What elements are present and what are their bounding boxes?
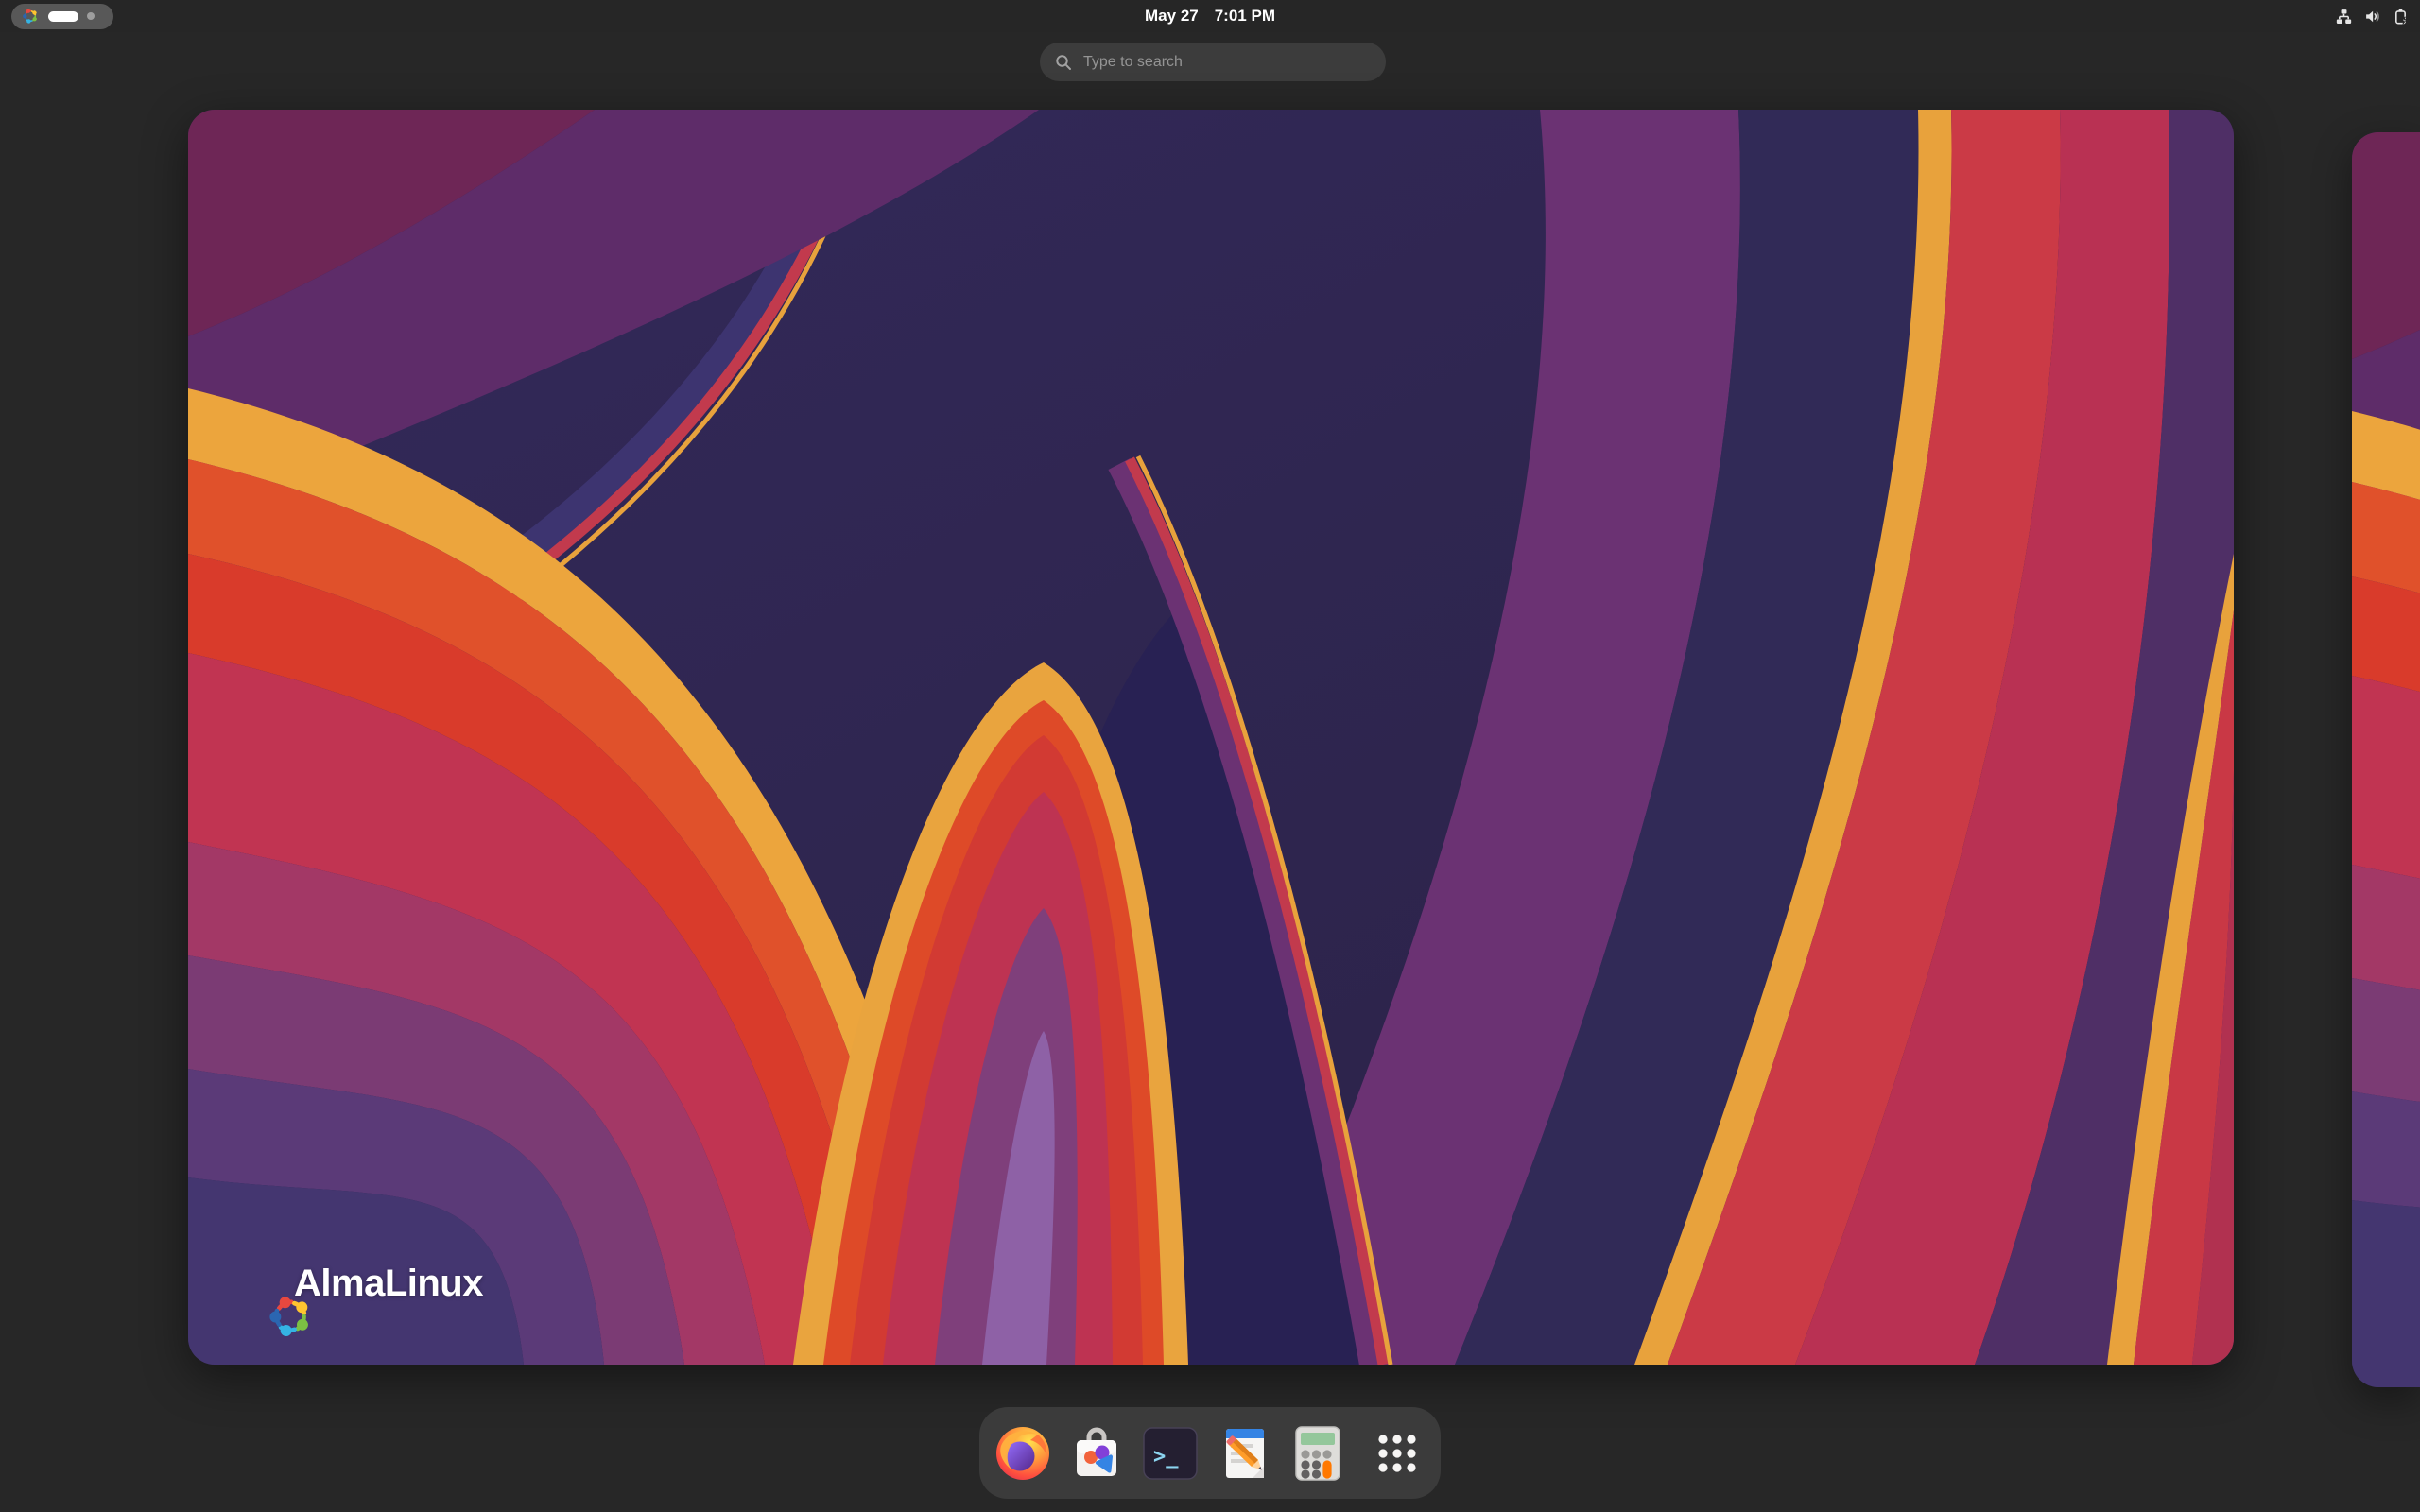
dock-show-apps-button[interactable] [1367,1423,1427,1484]
workspace-indicator[interactable] [11,4,113,29]
network-wired-icon[interactable] [2336,9,2352,25]
software-store-icon [1066,1423,1127,1484]
clock-menu[interactable]: May 27 7:01 PM [1145,0,1275,32]
date-label: May 27 [1145,7,1199,26]
search-bar[interactable] [1040,43,1386,81]
gnome-activities-overview: May 27 7:01 PM [0,0,2420,1512]
dock-software-button[interactable] [1066,1423,1127,1484]
workspace-preview-current[interactable]: AlmaLinux [188,110,2234,1365]
volume-icon[interactable] [2364,9,2380,25]
battery-charging-icon[interactable] [2393,9,2409,25]
search-icon [1055,54,1072,71]
wallpaper [188,110,2234,1365]
dock-terminal-button[interactable]: >_ [1140,1423,1201,1484]
quick-settings[interactable] [2336,9,2409,25]
terminal-icon: >_ [1140,1423,1201,1484]
workspace-preview-next[interactable] [2352,132,2420,1387]
wallpaper-brand-text: AlmaLinux [294,1263,483,1305]
almalinux-logo-icon [21,7,40,26]
top-bar: May 27 7:01 PM [0,0,2420,32]
workspace-active-pill[interactable] [48,11,78,22]
dock-firefox-button[interactable] [993,1423,1053,1484]
dash-dock: >_ [979,1407,1441,1499]
show-apps-icon [1367,1423,1427,1484]
workspace-inactive-dot[interactable] [87,12,95,20]
text-editor-icon [1214,1423,1274,1484]
dock-text-editor-button[interactable] [1214,1423,1274,1484]
firefox-icon [993,1423,1053,1484]
calculator-icon [1288,1423,1348,1484]
dock-calculator-button[interactable] [1288,1423,1348,1484]
search-input[interactable] [1081,53,1371,72]
svg-text:>_: >_ [1153,1445,1179,1469]
wallpaper-next [2352,132,2420,1387]
time-label: 7:01 PM [1215,7,1275,26]
